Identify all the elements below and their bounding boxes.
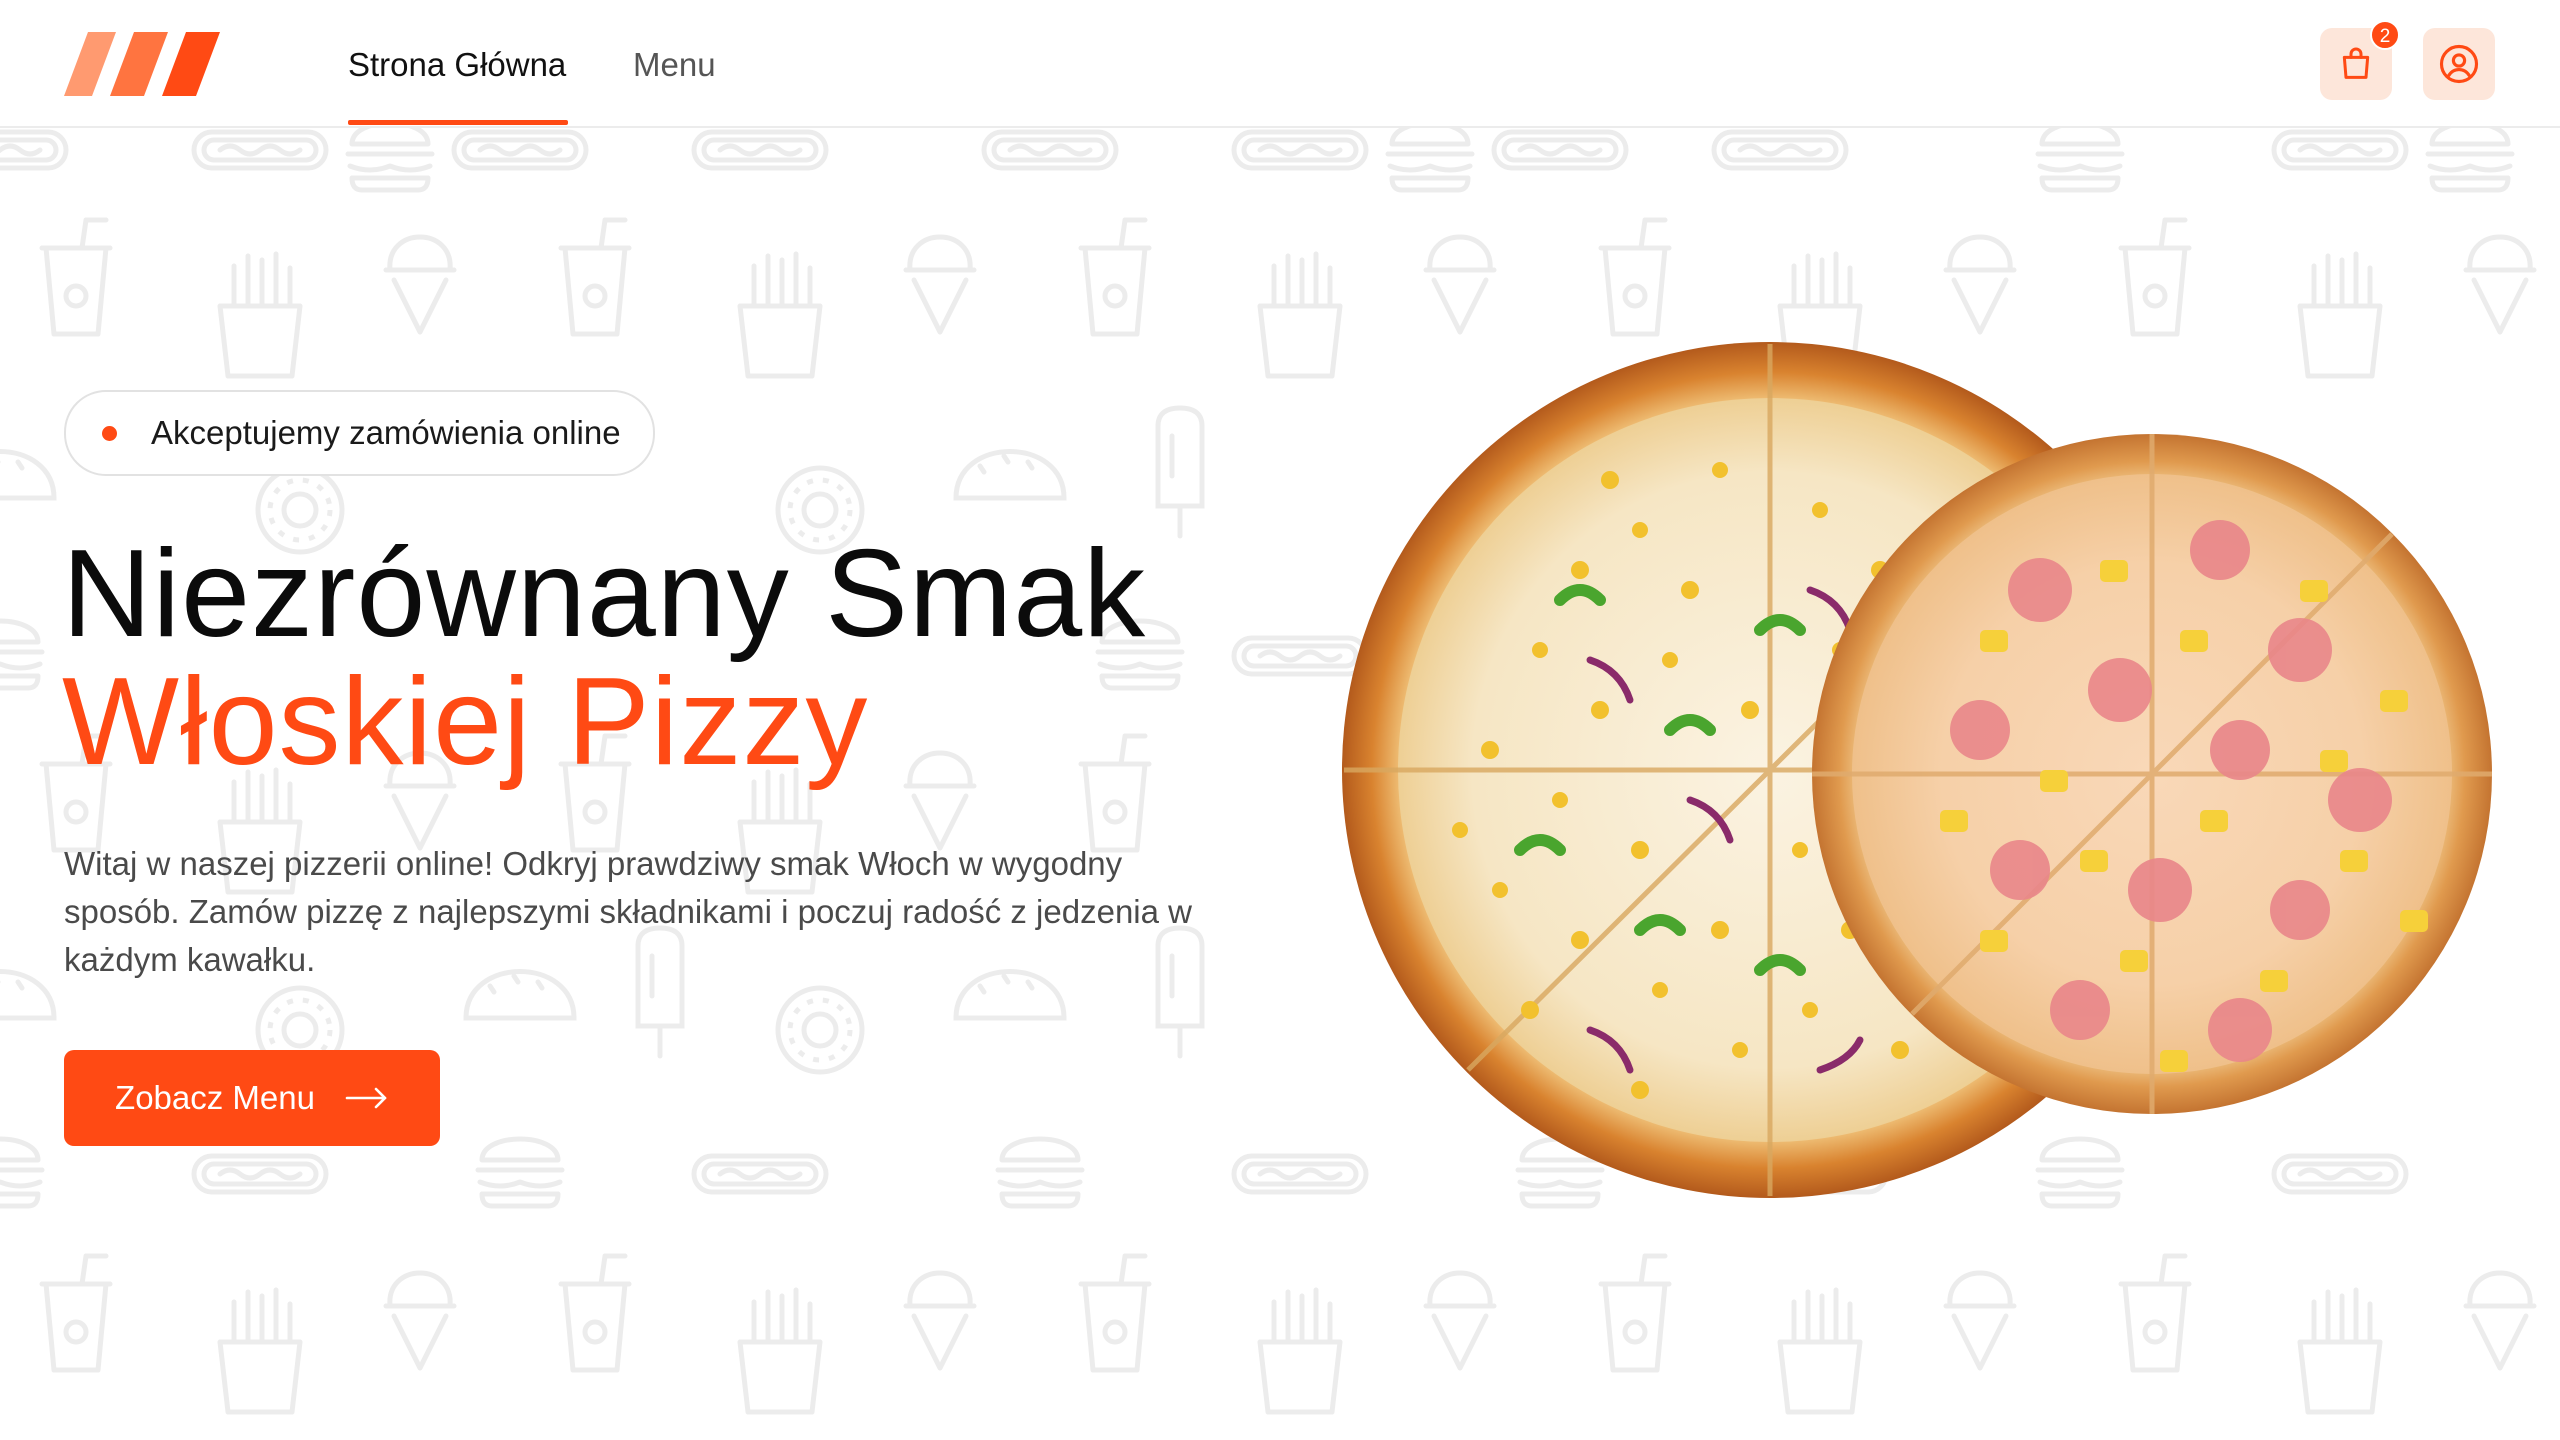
shopping-bag-icon [2342,47,2370,79]
online-orders-text: Akceptujemy zamówienia online [151,414,621,451]
top-navbar: Strona Główna Menu 2 [0,0,2560,128]
hero-title-line2: Włoskiej Pizzy [62,653,869,791]
nav-item-menu[interactable]: Menu [633,0,716,126]
status-dot [102,425,117,441]
user-circle-icon [2439,44,2479,84]
view-menu-button[interactable]: Zobacz Menu [64,1050,440,1146]
hero-title-line1: Niezrównany Smak [62,525,1147,663]
view-menu-label: Zobacz Menu [115,1079,315,1116]
hero-description: Witaj w naszej pizzerii online! Odkryj p… [64,845,1192,978]
cart-count-badge: 2 [2370,20,2400,50]
hawaiian-pizza [1812,434,2492,1114]
nav-active-indicator [348,120,568,125]
cart-button[interactable]: 2 [2320,20,2400,100]
page: Strona Główna Menu 2 Akceptujemy zamówie… [0,0,2560,1440]
user-account-button[interactable] [2423,28,2495,100]
hero-title: Niezrównany Smak Włoskiej Pizzy [62,530,1146,786]
brand-logo[interactable] [64,32,220,96]
online-orders-badge: Akceptujemy zamówienia online [64,390,655,476]
arrow-right-icon [345,1086,389,1110]
pizza-image [1342,342,2492,1198]
nav-item-home[interactable]: Strona Główna [348,0,566,126]
